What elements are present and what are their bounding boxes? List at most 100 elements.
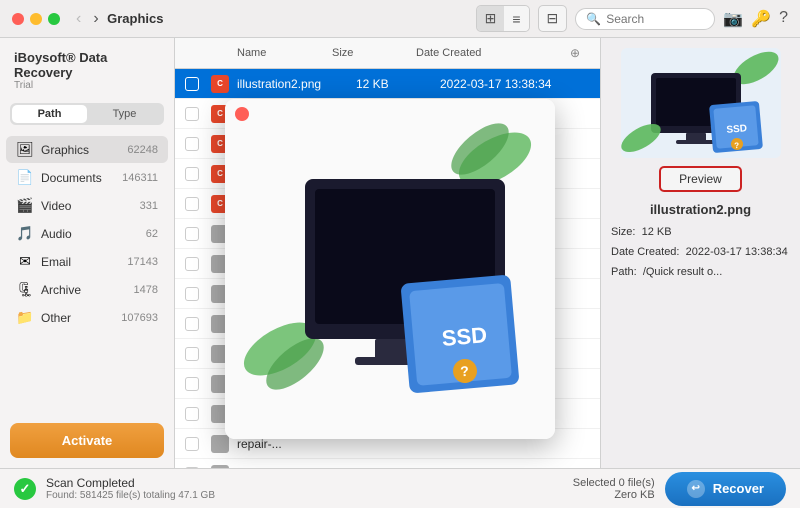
sidebar-item-email[interactable]: ✉ Email 17143 bbox=[6, 248, 168, 275]
header-date: Date Created bbox=[416, 47, 566, 59]
title-bar: ‹ › Graphics ⊞ ≡ ⊟ 🔍 📷 🔑 ? bbox=[0, 0, 800, 38]
sidebar-count-documents: 146311 bbox=[122, 172, 158, 184]
sidebar-item-other[interactable]: 📁 Other 107693 bbox=[6, 304, 168, 331]
forward-button[interactable]: › bbox=[89, 8, 102, 30]
maximize-button[interactable] bbox=[48, 13, 60, 25]
svg-text:?: ? bbox=[460, 363, 470, 380]
tab-type[interactable]: Type bbox=[87, 105, 162, 123]
table-row[interactable]: C illustration2.png 12 KB 2022-03-17 13:… bbox=[175, 69, 600, 99]
sidebar-label-documents: Documents bbox=[41, 171, 115, 185]
nav-arrows: ‹ › bbox=[72, 8, 103, 30]
grid-view-button[interactable]: ⊞ bbox=[477, 6, 505, 31]
documents-icon: 📄 bbox=[16, 169, 34, 186]
row-checkbox[interactable] bbox=[185, 287, 199, 301]
preview-button[interactable]: Preview bbox=[659, 166, 742, 192]
sidebar-count-archive: 1478 bbox=[134, 284, 158, 296]
selected-info: Selected 0 file(s) Zero KB bbox=[573, 477, 655, 501]
sidebar-item-documents[interactable]: 📄 Documents 146311 bbox=[6, 164, 168, 191]
main-layout: iBoysoft® Data Recovery Trial Path Type … bbox=[0, 38, 800, 468]
row-checkbox[interactable] bbox=[185, 227, 199, 241]
row-checkbox[interactable] bbox=[185, 407, 199, 421]
info-icon[interactable]: 🔑 bbox=[751, 9, 771, 29]
row-checkbox[interactable] bbox=[185, 347, 199, 361]
preview-date-label: Date Created: bbox=[611, 246, 679, 258]
traffic-lights bbox=[12, 13, 60, 25]
popup-close-button[interactable] bbox=[235, 107, 249, 121]
search-input[interactable] bbox=[606, 12, 704, 26]
header-size: Size bbox=[332, 47, 412, 59]
scan-complete-icon: ✓ bbox=[14, 478, 36, 500]
preview-path-row: Path: /Quick result o... bbox=[611, 263, 790, 283]
sidebar-item-archive[interactable]: 🗜 Archive 1478 bbox=[6, 276, 168, 303]
filter-button[interactable]: ⊟ bbox=[538, 5, 568, 32]
selected-files-text: Selected 0 file(s) bbox=[573, 477, 655, 489]
tab-path[interactable]: Path bbox=[12, 105, 87, 123]
sidebar-label-video: Video bbox=[41, 199, 133, 213]
row-checkbox[interactable] bbox=[185, 317, 199, 331]
search-icon: 🔍 bbox=[586, 12, 601, 26]
preview-popup: SSD ? bbox=[225, 99, 555, 439]
file-name: repair-... bbox=[237, 467, 590, 469]
sidebar-item-video[interactable]: 🎬 Video 331 bbox=[6, 192, 168, 219]
sidebar-label-email: Email bbox=[41, 255, 120, 269]
file-type-icon bbox=[211, 435, 229, 453]
file-date: 2022-03-17 13:38:34 bbox=[440, 77, 590, 91]
thumbnail-image: SSD ? bbox=[621, 48, 781, 158]
status-bar: ✓ Scan Completed Found: 581425 file(s) t… bbox=[0, 468, 800, 508]
row-checkbox[interactable] bbox=[185, 257, 199, 271]
row-checkbox[interactable] bbox=[185, 467, 199, 469]
list-view-button[interactable]: ≡ bbox=[504, 6, 528, 31]
archive-icon: 🗜 bbox=[16, 281, 34, 298]
sidebar-item-audio[interactable]: 🎵 Audio 62 bbox=[6, 220, 168, 247]
sidebar-count-graphics: 62248 bbox=[127, 144, 158, 156]
sidebar-count-audio: 62 bbox=[146, 228, 158, 240]
sidebar-header: iBoysoft® Data Recovery Trial bbox=[0, 38, 174, 97]
toolbar-right: ⊞ ≡ ⊟ 🔍 📷 🔑 ? bbox=[476, 5, 788, 32]
minimize-button[interactable] bbox=[30, 13, 42, 25]
sidebar-items: 🖼 Graphics 62248 📄 Documents 146311 🎬 Vi… bbox=[0, 131, 174, 413]
svg-text:?: ? bbox=[733, 141, 739, 150]
recover-label: Recover bbox=[713, 481, 764, 496]
preview-date-value: 2022-03-17 13:38:34 bbox=[686, 246, 788, 258]
svg-text:SSD: SSD bbox=[726, 123, 747, 136]
row-checkbox[interactable] bbox=[185, 137, 199, 151]
app-name: iBoysoft® Data Recovery bbox=[14, 50, 160, 80]
recover-icon: ↩ bbox=[687, 480, 705, 498]
recover-button[interactable]: ↩ Recover bbox=[665, 472, 786, 506]
preview-size-row: Size: 12 KB bbox=[611, 223, 790, 243]
file-size: 12 KB bbox=[356, 77, 436, 91]
app-trial: Trial bbox=[14, 80, 160, 91]
preview-meta: Size: 12 KB Date Created: 2022-03-17 13:… bbox=[611, 223, 790, 282]
sidebar-label-graphics: Graphics bbox=[41, 143, 120, 157]
graphics-icon: 🖼 bbox=[16, 141, 34, 158]
window-title: Graphics bbox=[107, 11, 163, 26]
row-checkbox[interactable] bbox=[185, 167, 199, 181]
sidebar-count-other: 107693 bbox=[121, 312, 158, 324]
file-type-icon: C bbox=[211, 75, 229, 93]
sidebar-item-graphics[interactable]: 🖼 Graphics 62248 bbox=[6, 136, 168, 163]
activate-button[interactable]: Activate bbox=[10, 423, 164, 458]
row-checkbox[interactable] bbox=[185, 377, 199, 391]
audio-icon: 🎵 bbox=[16, 225, 34, 242]
sidebar-count-email: 17143 bbox=[127, 256, 158, 268]
mac-illustration: SSD ? bbox=[225, 99, 555, 439]
file-list-header: Name Size Date Created ⊕ bbox=[175, 38, 600, 69]
file-type-icon bbox=[211, 465, 229, 469]
back-button[interactable]: ‹ bbox=[72, 8, 85, 30]
help-icon[interactable]: ? bbox=[779, 9, 788, 29]
sidebar-count-video: 331 bbox=[140, 200, 158, 212]
row-checkbox[interactable] bbox=[185, 107, 199, 121]
search-bar: 🔍 bbox=[575, 8, 715, 30]
row-checkbox[interactable] bbox=[185, 437, 199, 451]
sidebar-label-archive: Archive bbox=[41, 283, 127, 297]
header-action: ⊕ bbox=[570, 44, 590, 62]
row-checkbox[interactable] bbox=[185, 197, 199, 211]
table-row[interactable]: repair-... bbox=[175, 459, 600, 468]
camera-icon[interactable]: 📷 bbox=[723, 9, 743, 29]
close-button[interactable] bbox=[12, 13, 24, 25]
sidebar-label-other: Other bbox=[41, 311, 114, 325]
scan-status: Scan Completed bbox=[46, 476, 215, 490]
svg-text:SSD: SSD bbox=[441, 322, 488, 351]
scan-info: Scan Completed Found: 581425 file(s) tot… bbox=[46, 476, 215, 501]
row-checkbox[interactable] bbox=[185, 77, 199, 91]
